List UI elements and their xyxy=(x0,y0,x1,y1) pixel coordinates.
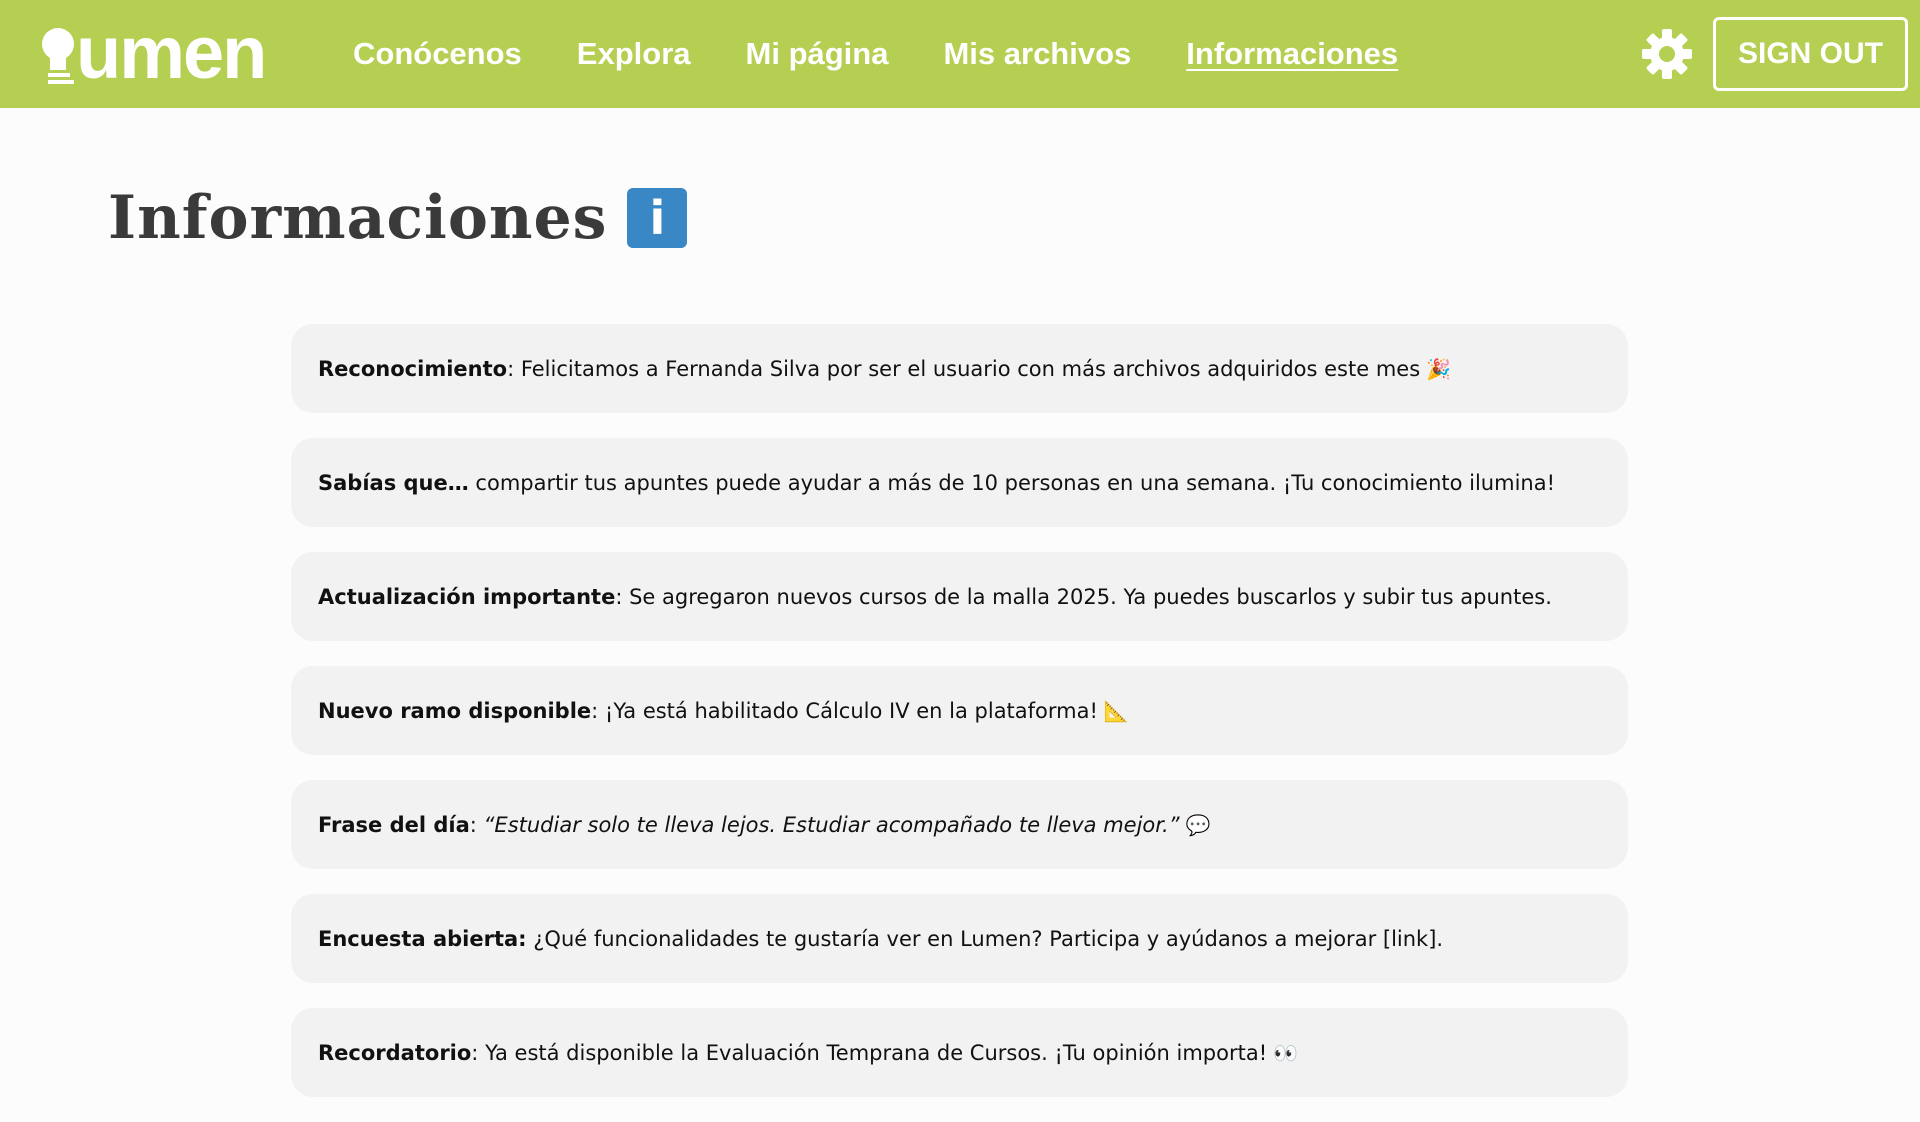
announcement-label: Actualización importante xyxy=(318,584,616,609)
announcement-text: compartir tus apuntes puede ayudar a más… xyxy=(475,470,1556,495)
lightbulb-icon xyxy=(42,28,74,84)
info-icon: i xyxy=(627,188,688,248)
announcement-label: Encuesta abierta: xyxy=(318,926,527,951)
announcement-text: “Estudiar solo te lleva lejos. Estudiar … xyxy=(483,812,1180,837)
announcement-text: ¡Ya está habilitado Cálculo IV en la pla… xyxy=(604,698,1098,723)
gear-icon xyxy=(1642,29,1692,79)
announcement-card: Nuevo ramo disponible: ¡Ya está habilita… xyxy=(291,666,1628,755)
nav-link-conocenos[interactable]: Conócenos xyxy=(353,36,522,72)
announcement-card: Encuesta abierta: ¿Qué funcionalidades t… xyxy=(291,894,1628,983)
announcement-separator: : xyxy=(471,1040,486,1065)
settings-button[interactable] xyxy=(1641,28,1693,80)
logo-wordmark: umen xyxy=(76,11,267,94)
nav-link-informaciones[interactable]: Informaciones xyxy=(1186,36,1398,72)
triangle-ruler-icon: 📐 xyxy=(1103,698,1129,723)
announcement-label: Frase del día xyxy=(318,812,470,837)
nav-link-explora[interactable]: Explora xyxy=(577,36,691,72)
announcement-separator: : xyxy=(615,584,630,609)
page-header: Informaciones i xyxy=(108,178,688,258)
announcement-separator xyxy=(469,471,476,495)
announcement-label: Nuevo ramo disponible xyxy=(318,698,592,723)
announcement-text: Felicitamos a Fernanda Silva por ser el … xyxy=(520,356,1421,381)
announcement-card: Frase del día: “Estudiar solo te lleva l… xyxy=(291,780,1628,869)
announcement-text: ¿Qué funcionalidades te gustaría ver en … xyxy=(533,926,1444,951)
announcement-separator: : xyxy=(507,356,521,381)
top-navbar: umen Conócenos Explora Mi página Mis arc… xyxy=(0,0,1920,108)
announcement-card: Actualización importante: Se agregaron n… xyxy=(291,552,1628,641)
announcement-separator: : xyxy=(469,812,484,837)
announcement-separator xyxy=(527,927,534,951)
info-badge-glyph: i xyxy=(649,191,666,245)
announcement-text: Se agregaron nuevos cursos de la malla 2… xyxy=(629,584,1552,609)
announcement-text: Ya está disponible la Evaluación Tempran… xyxy=(485,1040,1268,1065)
speech-bubble-icon: 💬 xyxy=(1185,812,1211,837)
page-title: Informaciones xyxy=(108,183,608,253)
announcement-card: Reconocimiento: Felicitamos a Fernanda S… xyxy=(291,324,1628,413)
eyes-icon: 👀 xyxy=(1273,1040,1299,1065)
announcement-separator: : xyxy=(591,698,605,723)
announcement-label: Recordatorio xyxy=(318,1040,472,1065)
nav-link-mi-pagina[interactable]: Mi página xyxy=(746,36,889,72)
lumen-logo[interactable]: umen xyxy=(40,16,270,90)
announcement-label: Reconocimiento xyxy=(318,356,508,381)
announcement-card: Recordatorio: Ya está disponible la Eval… xyxy=(291,1008,1628,1097)
nav-link-mis-archivos[interactable]: Mis archivos xyxy=(943,36,1131,72)
sign-out-button[interactable]: SIGN OUT xyxy=(1713,17,1908,91)
main-nav: Conócenos Explora Mi página Mis archivos… xyxy=(353,0,1453,108)
announcement-card: Sabías que… compartir tus apuntes puede … xyxy=(291,438,1628,527)
announcement-label: Sabías que… xyxy=(318,470,469,495)
announcements-list: Reconocimiento: Felicitamos a Fernanda S… xyxy=(291,324,1628,1122)
party-popper-icon: 🎉 xyxy=(1426,356,1452,381)
